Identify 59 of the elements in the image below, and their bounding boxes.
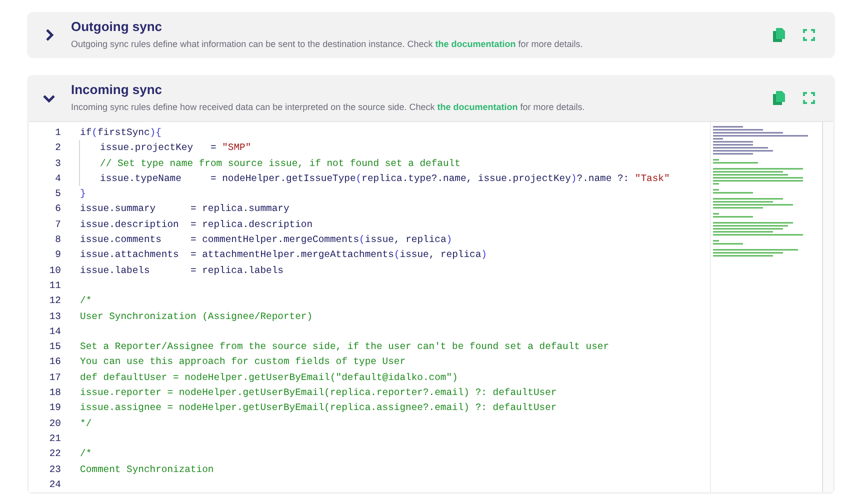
scrollbar[interactable] xyxy=(822,122,833,492)
line-number: 4 xyxy=(54,172,61,186)
code-line: Set a Reporter/Assignee from the source side, if the user can't be found set a default user xyxy=(80,340,610,354)
line-number: 5 xyxy=(54,187,61,202)
documentation-link[interactable]: the documentation xyxy=(435,38,516,49)
line-number: 20 xyxy=(48,416,61,431)
fullscreen-icon xyxy=(803,92,815,104)
code-line: issue.labels = replica.labels xyxy=(80,264,284,278)
line-number: 11 xyxy=(48,278,61,293)
section-description: Incoming sync rules define how received data can be interpreted on the source side. Check the documentation for more details. xyxy=(71,100,586,114)
code-line: User Synchronization (Assignee/Reporter) xyxy=(80,310,313,324)
documentation-link[interactable]: the documentation xyxy=(437,102,518,112)
fullscreen-button[interactable] xyxy=(801,27,817,43)
code-line: */ xyxy=(80,416,92,431)
line-number: 24 xyxy=(48,478,61,492)
line-number: 21 xyxy=(48,432,61,446)
section-description: Outgoing sync rules define what information can be sent to the destination instance. Check the documentation for more details. xyxy=(71,38,584,51)
line-number: 1 xyxy=(54,126,61,140)
copy-button[interactable] xyxy=(771,90,787,106)
copy-icon xyxy=(772,28,786,42)
line-number: 22 xyxy=(48,447,61,462)
line-number: 19 xyxy=(48,401,61,416)
line-number: 15 xyxy=(48,340,61,354)
line-number: 12 xyxy=(48,294,61,308)
code-line: issue.reporter = nodeHelper.getUserByEmail(replica.reporter?.email) ?: defaultUser xyxy=(80,386,557,400)
line-number: 10 xyxy=(48,264,61,278)
code-line: issue.assignee = nodeHelper.getUserByEmail(replica.assignee?.email) ?: defaultUser xyxy=(80,401,557,416)
code-line: issue.attachments = attachmentHelper.mergeAttachments(issue, replica) xyxy=(80,248,487,262)
code-line: issue.summary = replica.summary xyxy=(80,202,290,216)
line-number: 7 xyxy=(54,218,61,232)
code-line: issue.projectKey = "SMP" xyxy=(100,141,252,156)
line-number: 14 xyxy=(48,324,61,339)
code-line: issue.comments = commentHelper.mergeComments(issue, replica) xyxy=(80,233,452,248)
copy-icon xyxy=(772,91,786,105)
code-line: issue.description = replica.description xyxy=(80,218,313,232)
code-line: /* xyxy=(80,294,92,308)
line-number: 8 xyxy=(54,233,61,248)
line-number: 6 xyxy=(54,202,61,216)
code-line: /* xyxy=(80,447,92,462)
code-line: You can use this approach for custom fields of type User xyxy=(80,355,406,370)
line-number: 13 xyxy=(48,310,61,324)
line-number: 23 xyxy=(48,462,61,477)
line-number: 9 xyxy=(54,248,61,262)
code-line: // Set type name from source issue, if not found set a default xyxy=(100,156,460,171)
code-line: issue.typeName = nodeHelper.getIssueType(replica.type?.name, issue.projectKey)?.name ?: "Task" xyxy=(100,172,670,186)
code-line: def defaultUser = nodeHelper.getUserByEmail("default@idalko.com") xyxy=(80,370,458,385)
line-number: 16 xyxy=(48,355,61,370)
fullscreen-button[interactable] xyxy=(801,90,817,106)
line-number: 3 xyxy=(54,156,61,171)
fullscreen-icon xyxy=(803,29,815,41)
code-line: if(firstSync){ xyxy=(80,126,162,140)
line-number: 2 xyxy=(54,141,61,156)
section-title: Incoming sync xyxy=(71,82,164,98)
code-line: } xyxy=(80,187,86,202)
code-line: Comment Synchronization xyxy=(80,462,214,477)
copy-button[interactable] xyxy=(771,27,787,43)
line-number: 18 xyxy=(48,386,61,400)
line-number: 17 xyxy=(48,370,61,385)
section-title: Outgoing sync xyxy=(71,18,163,35)
